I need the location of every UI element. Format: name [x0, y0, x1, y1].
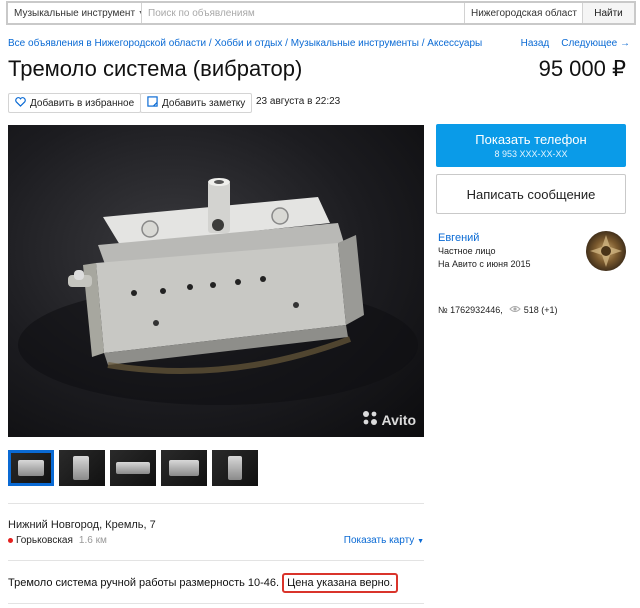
show-map-link[interactable]: Показать карту ▼	[344, 535, 424, 546]
divider	[8, 560, 424, 561]
note-icon	[147, 96, 158, 110]
avito-logo-icon	[362, 410, 378, 429]
category-select[interactable]: Музыкальные инструмент ▼	[8, 3, 142, 23]
description: Тремоло система ручной работы размерност…	[8, 573, 398, 593]
breadcrumb-item[interactable]: Аксессуары	[427, 38, 482, 49]
write-message-button[interactable]: Написать сообщение	[436, 174, 626, 214]
show-phone-label: Показать телефон	[475, 132, 587, 147]
breadcrumb: Все объявления в Нижегородской области /…	[8, 38, 482, 49]
price: 95 000 ₽	[538, 56, 626, 81]
add-favorite-button[interactable]: Добавить в избранное	[8, 93, 142, 113]
views-count: 518 (+1)	[523, 305, 558, 315]
breadcrumb-item[interactable]: Хобби и отдых	[214, 38, 282, 49]
thumbnail[interactable]	[212, 450, 258, 486]
show-phone-button[interactable]: Показать телефон 8 953 XXX-XX-XX	[436, 124, 626, 167]
heart-icon	[15, 96, 26, 110]
avatar[interactable]	[586, 231, 626, 271]
thumbnail[interactable]	[110, 450, 156, 486]
add-note-button[interactable]: Добавить заметку	[140, 93, 253, 113]
breadcrumb-item[interactable]: Музыкальные инструменты	[291, 38, 419, 49]
search-input[interactable]	[142, 3, 464, 23]
seller-type: Частное лицо	[438, 246, 496, 256]
description-text: Тремоло система ручной работы размерност…	[8, 577, 280, 589]
publish-date: 23 августа в 22:23	[256, 96, 341, 107]
avito-watermark: Avito	[362, 410, 416, 429]
ad-meta: № 1762932446, 518 (+1)	[438, 305, 558, 315]
listing-nav: Назад Следующее →	[521, 38, 630, 49]
thumbnail-strip	[8, 450, 258, 486]
region-select[interactable]: Нижегородская област ▼	[464, 3, 588, 23]
metro-station: Горьковская 1.6 км	[8, 535, 107, 546]
show-map-label: Показать карту	[343, 535, 415, 546]
main-photo[interactable]: Avito	[8, 125, 424, 437]
metro-name: Горьковская	[16, 535, 73, 546]
avito-watermark-text: Avito	[381, 411, 416, 428]
masked-phone: 8 953 XXX-XX-XX	[494, 149, 568, 159]
back-link[interactable]: Назад	[521, 38, 550, 49]
search-button[interactable]: Найти	[582, 3, 634, 23]
page-title: Тремоло система (вибратор)	[8, 56, 303, 81]
category-select-label: Музыкальные инструмент	[14, 7, 136, 19]
thumbnail[interactable]	[161, 450, 207, 486]
seller-name[interactable]: Евгений	[438, 232, 479, 244]
metro-icon	[8, 538, 13, 543]
metro-distance: 1.6 км	[78, 535, 107, 546]
chevron-down-icon: ▼	[417, 538, 424, 545]
divider	[8, 503, 424, 504]
breadcrumb-separator: /	[282, 38, 291, 49]
thumbnail[interactable]	[8, 450, 54, 486]
breadcrumb-item[interactable]: Все объявления в Нижегородской области	[8, 38, 206, 49]
add-note-label: Добавить заметку	[162, 97, 246, 109]
highlighted-text: Цена указана верно.	[282, 573, 398, 593]
region-select-label: Нижегородская област	[471, 7, 577, 19]
views-counter: 518 (+1)	[509, 305, 558, 315]
ad-number: № 1762932446,	[438, 305, 503, 315]
address: Нижний Новгород, Кремль, 7	[8, 519, 156, 531]
search-bar: Музыкальные инструмент ▼ Нижегородская о…	[6, 1, 636, 25]
add-favorite-label: Добавить в избранное	[30, 97, 135, 109]
divider	[8, 603, 424, 604]
thumbnail[interactable]	[59, 450, 105, 486]
next-link[interactable]: Следующее →	[561, 38, 630, 49]
eye-icon	[509, 305, 521, 315]
tremolo-photo-illustration	[18, 178, 418, 405]
seller-since: На Авито с июня 2015	[438, 259, 531, 269]
